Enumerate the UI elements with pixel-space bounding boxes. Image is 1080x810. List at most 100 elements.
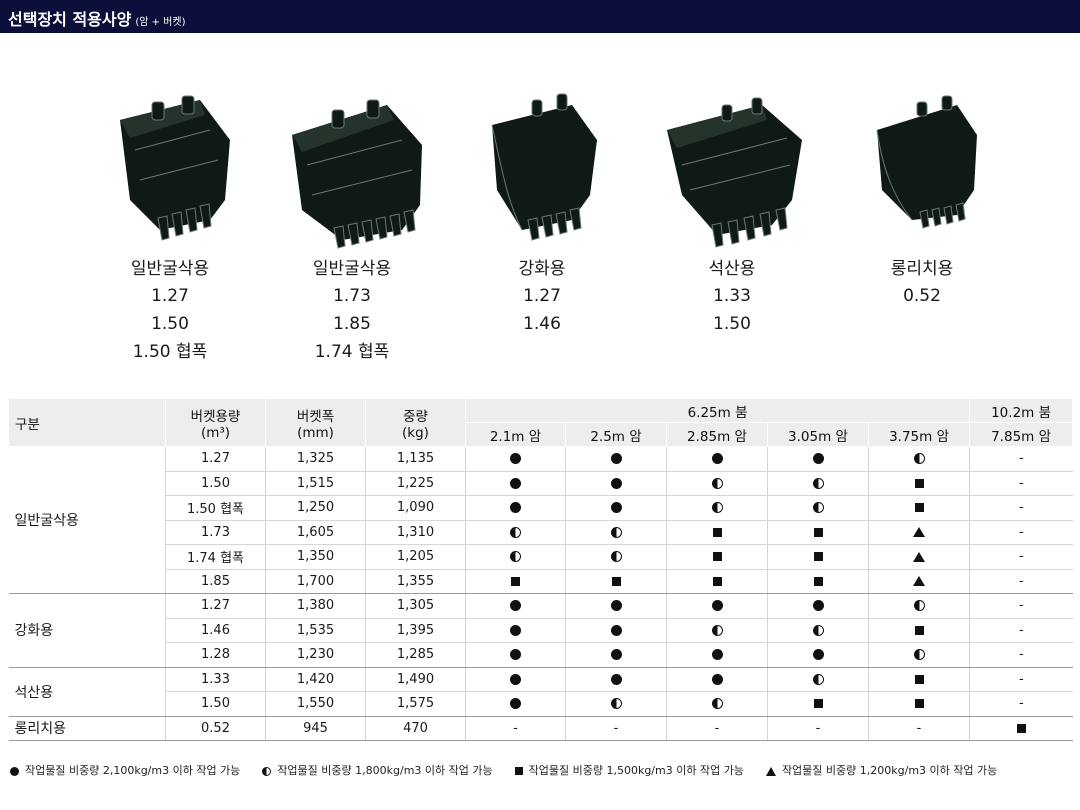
full-circle-icon	[610, 649, 622, 661]
suitability-cell	[666, 569, 768, 594]
not-applicable-dash: -	[513, 720, 518, 736]
legend: 작업물질 비중량 2,100kg/m3 이하 작업 가능 작업물질 비중량 1,8…	[10, 762, 1019, 778]
suitability-cell	[767, 520, 869, 545]
legend-text: 작업물질 비중량 1,800kg/m3 이하 작업 가능	[277, 764, 493, 777]
suitability-cell	[465, 544, 566, 570]
suitability-cell	[969, 716, 1073, 741]
width-cell: 1,605	[265, 520, 366, 545]
width-cell: 1,420	[265, 667, 366, 692]
suitability-cell	[565, 667, 667, 692]
header-width: 버켓폭 (mm)	[265, 398, 366, 447]
suitability-cell	[767, 569, 869, 594]
spec-table-body: 일반굴삭용 1.27 1,325 1,135-1.50 1,515 1,225-1.50 …	[8, 446, 1073, 741]
square-icon	[914, 503, 924, 513]
suitability-cell	[465, 569, 566, 594]
full-circle-icon	[610, 624, 622, 636]
half-circle-icon	[610, 551, 622, 563]
full-circle-icon	[711, 453, 723, 465]
not-applicable-dash: -	[1018, 622, 1024, 638]
suitability-cell: -	[867, 716, 970, 741]
width-cell: 1,550	[265, 691, 366, 717]
suitability-cell	[767, 471, 869, 496]
suitability-cell	[767, 667, 869, 692]
not-applicable-dash: -	[1018, 549, 1024, 565]
suitability-cell: -	[969, 642, 1073, 668]
bucket-name: 강화용	[518, 259, 566, 279]
half-circle-icon	[913, 600, 925, 612]
full-circle-icon	[812, 453, 824, 465]
not-applicable-dash: -	[1018, 573, 1024, 589]
not-applicable-dash: -	[1018, 647, 1024, 663]
header-arm: 2.1m 암	[465, 422, 566, 447]
category-cell: 일반굴삭용	[8, 446, 166, 594]
bucket-capacity: 0.52	[903, 286, 941, 306]
header-capacity: 버켓용량 (m³)	[165, 398, 266, 447]
half-circle-icon	[812, 673, 824, 685]
table-row: 1.50 1,550 1,575 -	[9, 691, 1073, 717]
width-cell: 1,700	[265, 569, 366, 594]
table-row: 1.74 협폭 1,350 1,205 -	[9, 544, 1073, 570]
table-row: 1.50 협폭 1,250 1,090 -	[9, 495, 1073, 521]
bucket-capacity: 1.27	[151, 286, 189, 306]
suitability-cell	[767, 642, 869, 668]
table-row: 롱리치용 0.52 945 470 - - - - -	[8, 716, 1073, 741]
header-capacity-unit: (m³)	[200, 424, 231, 441]
suitability-cell	[565, 520, 667, 545]
bucket-capacity: 1.73	[333, 286, 371, 306]
suitability-cell	[767, 618, 869, 643]
bucket-general-large-icon	[292, 99, 422, 249]
not-applicable-dash: -	[1018, 598, 1024, 614]
square-icon	[712, 527, 722, 537]
suitability-cell	[565, 446, 667, 472]
table-row: 1.46 1,535 1,395 -	[9, 618, 1073, 643]
header-bar: 선택장치 적용사양 (암 + 버켓)	[0, 0, 1080, 33]
half-circle-icon	[711, 502, 723, 514]
suitability-cell: -	[969, 446, 1073, 472]
capacity-cell: 0.52	[165, 716, 266, 741]
bucket-card-long-reach: 롱리치용 0.52	[827, 80, 1017, 310]
suitability-cell	[867, 593, 970, 619]
bucket-rock-icon	[667, 97, 802, 248]
header-arm: 3.75m 암	[867, 422, 971, 447]
suitability-cell	[666, 593, 768, 619]
bucket-capacity: 1.50	[713, 314, 751, 334]
bucket-capacity: 1.33	[713, 286, 751, 306]
weight-cell: 1,205	[365, 544, 466, 570]
not-applicable-dash: -	[1018, 475, 1024, 491]
header-arm: 3.05m 암	[767, 422, 869, 447]
bucket-capacity: 1.50 협폭	[132, 342, 208, 362]
legend-item: 작업물질 비중량 2,100kg/m3 이하 작업 가능	[10, 762, 240, 778]
square-icon	[611, 576, 621, 586]
page-title: 선택장치 적용사양 (암 + 버켓)	[8, 6, 185, 30]
bucket-name: 석산용	[708, 259, 756, 279]
suitability-cell: -	[969, 495, 1073, 521]
suitability-cell: -	[969, 593, 1073, 619]
not-applicable-dash: -	[613, 720, 619, 736]
header-boom-std: 6.25m 붐	[464, 398, 971, 423]
suitability-cell	[565, 593, 667, 619]
bucket-capacity: 1.27	[523, 286, 561, 306]
weight-cell: 1,135	[365, 446, 466, 472]
full-circle-icon	[711, 649, 723, 661]
square-icon	[712, 576, 722, 586]
suitability-cell	[565, 618, 667, 643]
suitability-cell	[565, 495, 667, 521]
triangle-icon	[913, 551, 926, 562]
not-applicable-dash: -	[916, 720, 922, 736]
weight-cell: 1,490	[365, 667, 466, 692]
triangle-icon	[913, 527, 926, 538]
suitability-cell: -	[969, 667, 1073, 692]
suitability-cell	[465, 446, 566, 472]
suitability-cell: -	[565, 716, 667, 741]
suitability-cell	[666, 520, 768, 545]
capacity-cell: 1.33	[165, 667, 266, 692]
capacity-cell: 1.73	[165, 520, 266, 545]
width-cell: 1,515	[265, 471, 366, 496]
weight-cell: 1,225	[365, 471, 466, 496]
suitability-cell: -	[767, 716, 869, 741]
full-circle-icon	[510, 502, 521, 514]
suitability-cell	[666, 691, 768, 717]
square-icon	[511, 576, 520, 586]
suitability-cell	[465, 471, 566, 496]
half-circle-icon	[510, 526, 521, 538]
